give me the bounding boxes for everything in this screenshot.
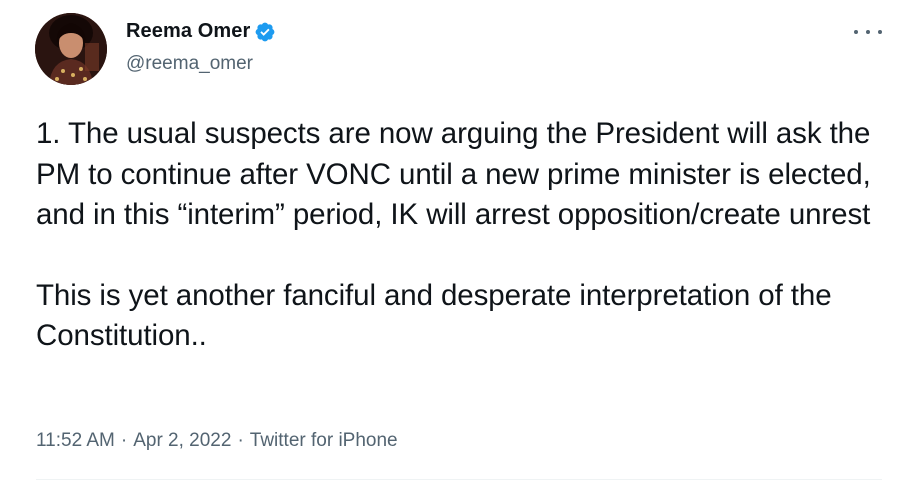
tweet-paragraph: 1. The usual suspects are now arguing th… (36, 117, 871, 231)
meta-separator: · (237, 430, 244, 451)
profile-photo-icon (35, 13, 107, 85)
tweet-time[interactable]: 11:52 AM (36, 430, 115, 452)
meta-separator: · (120, 430, 128, 451)
display-name[interactable]: Reema Omer (126, 20, 250, 43)
verified-badge-icon (254, 21, 276, 43)
divider (36, 479, 882, 480)
tweet-paragraph: This is yet another fanciful and despera… (36, 278, 832, 353)
author-name-row: Reema Omer (126, 20, 276, 43)
tweet-text: 1. The usual suspects are now arguing th… (36, 114, 876, 357)
tweet-source[interactable]: Twitter for iPhone (250, 430, 398, 452)
tweet-card: Reema Omer @reema_omer 1. The usual susp… (0, 0, 915, 481)
tweet-date[interactable]: Apr 2, 2022 (133, 430, 231, 452)
more-icon-dot (866, 30, 870, 34)
more-icon-dot (878, 30, 882, 34)
tweet-metadata: 11:52 AM · Apr 2, 2022 · Twitter for iPh… (36, 430, 398, 452)
author-handle[interactable]: @reema_omer (126, 53, 253, 75)
more-options-button[interactable] (854, 22, 882, 42)
more-icon-dot (854, 30, 858, 34)
avatar[interactable] (35, 13, 107, 85)
